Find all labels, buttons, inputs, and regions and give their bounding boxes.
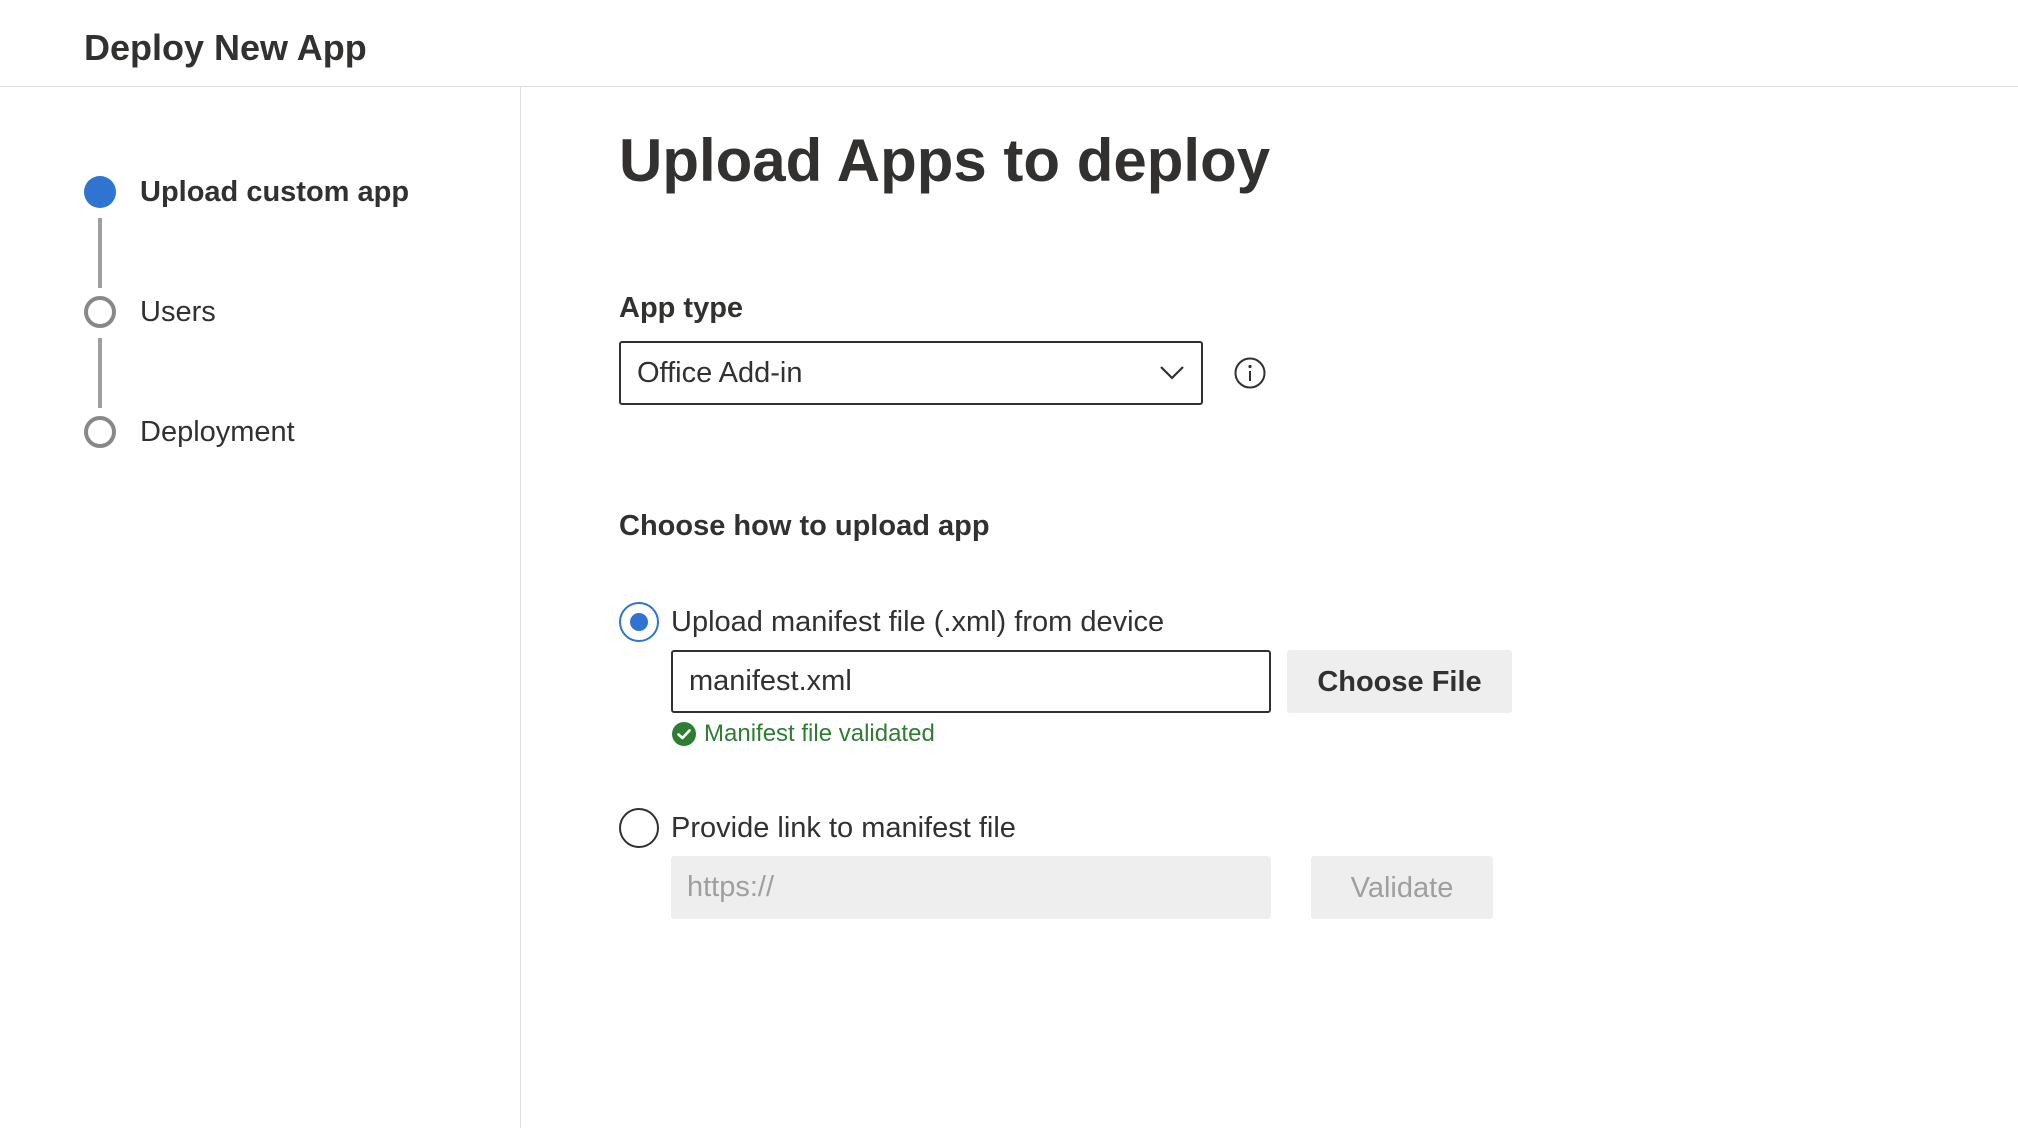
app-type-selected-value: Office Add-in bbox=[637, 357, 803, 389]
page-title: Upload Apps to deploy bbox=[619, 127, 1271, 194]
radio-provide-link[interactable] bbox=[619, 808, 659, 848]
upload-method-label: Choose how to upload app bbox=[619, 510, 990, 542]
manifest-link-input[interactable] bbox=[671, 856, 1271, 919]
step-inactive-dot-icon bbox=[84, 416, 116, 448]
info-icon[interactable] bbox=[1233, 356, 1267, 390]
radio-upload-file[interactable] bbox=[619, 602, 659, 642]
validation-status-text: Manifest file validated bbox=[704, 720, 935, 747]
check-circle-icon bbox=[672, 722, 696, 746]
stepper-sidebar bbox=[0, 87, 521, 1128]
page-header-title: Deploy New App bbox=[84, 27, 367, 68]
step-label: Upload custom app bbox=[140, 176, 410, 208]
manifest-file-input[interactable] bbox=[671, 650, 1271, 713]
step-inactive-dot-icon bbox=[84, 296, 116, 328]
step-label: Deployment bbox=[140, 416, 295, 448]
radio-provide-link-label[interactable]: Provide link to manifest file bbox=[671, 808, 1016, 848]
chevron-down-icon bbox=[1160, 366, 1184, 380]
app-type-dropdown[interactable]: Office Add-in bbox=[619, 341, 1203, 405]
app-type-label: App type bbox=[619, 292, 744, 324]
step-connector bbox=[98, 218, 102, 288]
radio-upload-file-label[interactable]: Upload manifest file (.xml) from device bbox=[671, 602, 1164, 642]
validate-button[interactable]: Validate bbox=[1311, 856, 1493, 919]
top-bar: Deploy New App bbox=[0, 0, 2018, 87]
step-connector bbox=[98, 338, 102, 408]
radio-selected-dot-icon bbox=[630, 613, 648, 631]
choose-file-button[interactable]: Choose File bbox=[1287, 650, 1512, 713]
step-label: Users bbox=[140, 296, 216, 328]
step-active-dot-icon bbox=[84, 176, 116, 208]
